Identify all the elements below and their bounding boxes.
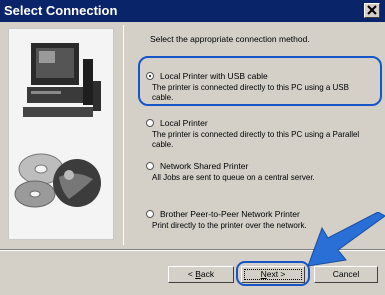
radio-icon[interactable] [146,119,154,127]
option-description: All Jobs are sent to queue on a central … [152,173,315,182]
option-parallel[interactable]: Local Printer The printer is connected d… [146,117,371,149]
setup-illustration [8,28,114,240]
prompt-text: Select the appropriate connection method… [150,34,310,44]
pointer-arrow-icon [307,212,385,267]
option-description: The printer is connected directly to thi… [152,130,360,149]
option-label: Local Printer [160,118,208,128]
vertical-divider [123,25,124,245]
selection-highlight-ring [138,56,382,106]
next-highlight-ring [236,261,310,286]
close-icon [367,5,377,15]
radio-icon[interactable] [146,210,154,218]
computer-icon [23,43,101,117]
back-button[interactable]: < Back [168,266,234,283]
globe-icon [53,159,101,207]
window-title: Select Connection [4,3,118,18]
option-network-shared[interactable]: Network Shared Printer All Jobs are sent… [146,160,371,183]
close-button[interactable] [364,3,380,18]
option-label: Brother Peer-to-Peer Network Printer [160,209,300,219]
option-label: Network Shared Printer [160,161,249,171]
radio-icon[interactable] [146,162,154,170]
title-bar: Select Connection [0,0,385,22]
